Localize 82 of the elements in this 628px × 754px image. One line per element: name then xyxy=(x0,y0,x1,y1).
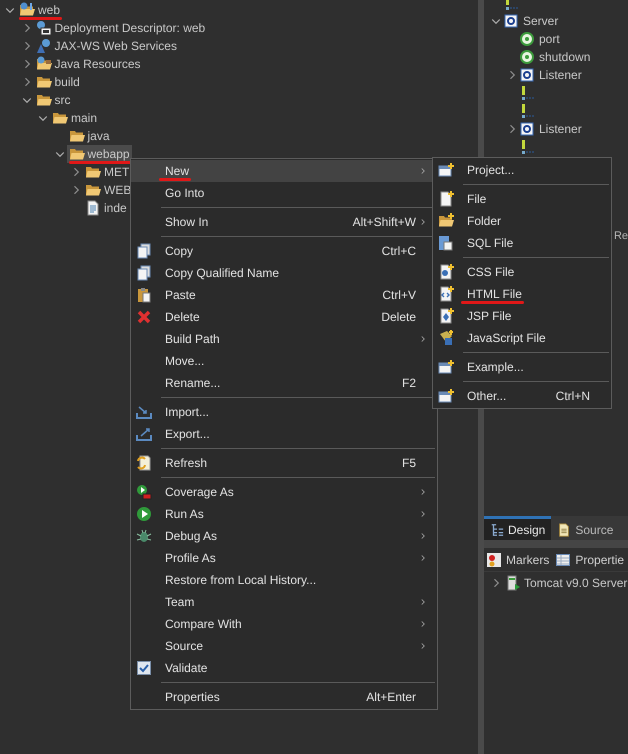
attribute-icon xyxy=(519,49,535,65)
project-folder-icon xyxy=(19,2,35,18)
table-icon xyxy=(555,552,572,568)
export-icon xyxy=(136,426,152,442)
sql-file-icon xyxy=(438,235,454,251)
element-icon xyxy=(519,121,535,137)
menu-item[interactable]: Properties Alt+Enter xyxy=(131,686,437,708)
menu-item[interactable]: Coverage As xyxy=(131,481,437,503)
copy-icon xyxy=(136,243,152,259)
element-icon xyxy=(519,67,535,83)
outline-node-label[interactable]: port xyxy=(539,32,560,46)
tree-item[interactable]: Deployment Descriptor: web xyxy=(34,19,208,37)
file-icon xyxy=(85,200,101,216)
html-file-icon xyxy=(438,286,454,302)
new-window-icon xyxy=(438,388,454,404)
tree-item[interactable]: build xyxy=(34,73,82,91)
tree-item[interactable]: inde xyxy=(83,199,129,217)
copy-icon xyxy=(136,265,152,281)
comment-icon xyxy=(519,85,535,101)
import-icon xyxy=(136,404,152,420)
menu-item[interactable]: Team xyxy=(131,591,437,613)
server-icon xyxy=(505,575,521,591)
tree-layout-icon xyxy=(490,522,504,536)
globe-figure-icon xyxy=(36,38,52,54)
new-folder-icon xyxy=(438,213,454,229)
tree-item[interactable]: src xyxy=(34,91,72,109)
tree-item[interactable]: java xyxy=(66,127,112,145)
tree-item[interactable]: WEB xyxy=(83,181,134,199)
markers-icon xyxy=(486,552,502,568)
menu-item[interactable]: Debug As xyxy=(131,525,437,547)
menu-item[interactable]: Profile As xyxy=(131,547,437,569)
clipped-text: Re xyxy=(614,229,628,243)
outline-node-label[interactable]: Server xyxy=(523,14,558,28)
refresh-icon xyxy=(136,455,152,471)
outline-node-label[interactable]: Listener xyxy=(539,68,582,82)
menu-item[interactable]: File xyxy=(433,188,611,210)
menu-item[interactable]: Export... xyxy=(131,423,437,445)
checkbox-icon xyxy=(136,660,152,676)
run-icon xyxy=(136,506,152,522)
outline-node-label[interactable]: shutdown xyxy=(539,50,590,64)
jsp-file-icon xyxy=(438,308,454,324)
delete-icon xyxy=(136,309,152,325)
menu-item[interactable]: Run As xyxy=(131,503,437,525)
menu-item[interactable]: Source xyxy=(131,635,437,657)
outline-node-label[interactable]: Listener xyxy=(539,122,582,136)
folder-icon xyxy=(52,110,68,126)
editor-tab[interactable]: Design xyxy=(484,516,552,540)
coverage-icon xyxy=(136,484,152,500)
document-icon xyxy=(557,522,572,536)
editor-tab[interactable]: Source xyxy=(551,516,620,540)
new-file-icon xyxy=(438,191,454,207)
paste-icon xyxy=(136,287,152,303)
menu-item[interactable]: Example... xyxy=(433,356,611,378)
view-tab[interactable]: Markers xyxy=(486,548,550,571)
folder-icon xyxy=(36,74,52,90)
folder-icon xyxy=(68,128,84,144)
server-item[interactable]: Tomcat v9.0 Server xyxy=(503,574,628,592)
document-globe-icon xyxy=(36,20,52,36)
css-file-icon xyxy=(438,264,454,280)
folder-icon xyxy=(68,146,84,162)
menu-item[interactable]: Compare With xyxy=(131,613,437,635)
element-icon xyxy=(503,13,519,29)
folder-icon xyxy=(85,164,101,180)
new-window-icon xyxy=(438,162,454,178)
tree-item[interactable]: Java Resources xyxy=(34,55,143,73)
view-tab[interactable]: Propertie xyxy=(555,548,624,571)
attribute-icon xyxy=(519,31,535,47)
tree-item[interactable]: JAX-WS Web Services xyxy=(34,37,179,55)
tree-item[interactable]: main xyxy=(50,109,100,127)
folder-icon xyxy=(85,182,101,198)
js-file-icon xyxy=(438,330,454,346)
tree-item[interactable]: web xyxy=(17,1,62,19)
folder-globe-icon xyxy=(36,56,52,72)
new-window-icon xyxy=(438,359,454,375)
menu-item[interactable]: Validate xyxy=(131,657,437,679)
menu-item[interactable]: Restore from Local History... xyxy=(131,569,437,591)
bug-icon xyxy=(136,528,152,544)
comment-icon xyxy=(519,139,535,155)
comment-icon xyxy=(519,103,535,119)
folder-icon xyxy=(36,92,52,108)
menu-item[interactable]: Refresh F5 xyxy=(131,452,437,474)
tree-item[interactable]: MET xyxy=(83,163,132,181)
